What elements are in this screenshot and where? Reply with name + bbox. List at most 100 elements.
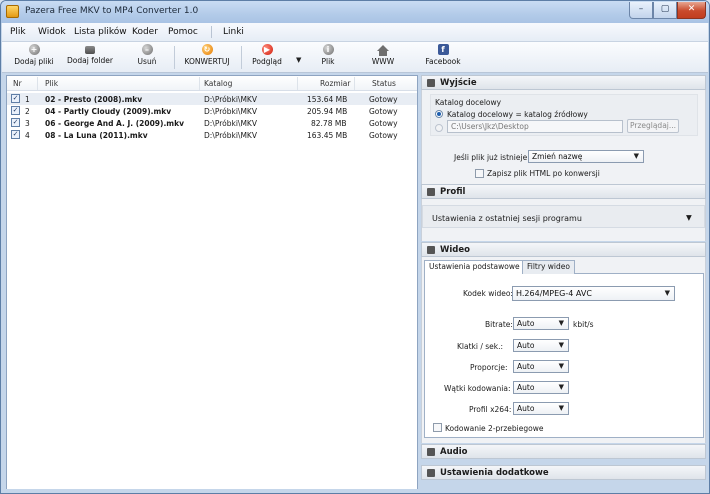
column-divider[interactable] <box>354 77 355 90</box>
chevron-down-icon: ▼ <box>686 213 692 222</box>
column-file[interactable]: Plik <box>45 79 58 88</box>
menu-koder[interactable]: Koder <box>132 27 158 37</box>
row-nr: 1 <box>25 95 30 104</box>
target-dir-input[interactable]: C:\Users\Jkz\Desktop <box>447 120 623 133</box>
table-row[interactable]: ✓ 2 04 - Partly Cloudy (2009).mkv D:\Pró… <box>7 105 417 117</box>
row-status: Gotowy <box>369 119 398 128</box>
row-checkbox[interactable]: ✓ <box>11 130 20 139</box>
chevron-down-icon: ▼ <box>664 289 670 297</box>
column-size[interactable]: Rozmiar <box>320 79 350 88</box>
video-section: Ustawienia podstawowe Filtry wideo Kodek… <box>421 257 706 443</box>
column-divider[interactable] <box>199 77 200 90</box>
profile-value: Ustawienia z ostatniej sesji programu <box>432 214 582 223</box>
file-exists-select[interactable]: Zmień nazwę ▼ <box>528 150 644 163</box>
video-section-title: Wideo <box>440 245 470 255</box>
bitrate-unit: kbit/s <box>573 320 594 329</box>
row-dir: D:\Próbki\MKV <box>204 131 257 140</box>
profile-section-header[interactable]: Profil <box>421 184 706 199</box>
minimize-button[interactable]: – <box>629 2 653 19</box>
tab-video-filters[interactable]: Filtry wideo <box>522 260 575 274</box>
table-row[interactable]: ✓ 4 08 - La Luna (2011).mkv D:\Próbki\MK… <box>7 129 417 141</box>
save-html-label[interactable]: Zapisz plik HTML po konwersji <box>487 169 600 178</box>
chevron-down-icon: ▼ <box>633 152 639 160</box>
add-files-button[interactable]: + Dodaj pliki <box>12 44 56 71</box>
profile-section: Ustawienia z ostatniej sesji programu ▼ <box>421 199 706 241</box>
preview-label: Podgląd <box>252 57 282 66</box>
film-icon <box>427 246 435 254</box>
column-dir[interactable]: Katalog <box>204 79 232 88</box>
row-status: Gotowy <box>369 131 398 140</box>
row-file: 04 - Partly Cloudy (2009).mkv <box>45 107 172 116</box>
row-size: 163.45 MB <box>307 131 348 140</box>
toolbar-separator <box>174 46 175 69</box>
row-file: 02 - Presto (2008).mkv <box>45 95 143 104</box>
file-info-label: Plik <box>321 57 335 66</box>
maximize-button[interactable]: ▢ <box>653 2 677 19</box>
remove-button[interactable]: – Usuń <box>132 44 162 71</box>
profile-select[interactable]: Ustawienia z ostatniej sesji programu ▼ <box>422 205 705 228</box>
bitrate-label: Bitrate: <box>485 320 513 329</box>
menu-linki[interactable]: Linki <box>223 27 244 37</box>
two-pass-checkbox[interactable] <box>433 423 442 432</box>
menu-plik[interactable]: Plik <box>10 27 26 37</box>
same-dir-radio[interactable] <box>435 110 443 118</box>
row-nr: 3 <box>25 119 30 128</box>
preview-dropdown-arrow[interactable]: ▼ <box>296 56 301 64</box>
app-logo-icon <box>6 5 19 18</box>
menu-lista-plikow[interactable]: Lista plików <box>74 27 127 37</box>
convert-label: KONWERTUJ <box>184 57 230 66</box>
home-icon-body <box>379 51 387 56</box>
app-window: Pazera Free MKV to MP4 Converter 1.0 – ▢… <box>0 0 710 494</box>
column-status[interactable]: Status <box>372 79 396 88</box>
fps-select[interactable]: Auto ▼ <box>513 339 569 352</box>
window-bottom-edge <box>2 489 708 493</box>
row-checkbox[interactable]: ✓ <box>11 118 20 127</box>
www-button[interactable]: WWW <box>370 44 396 71</box>
chevron-down-icon: ▼ <box>558 341 564 349</box>
convert-button[interactable]: ↻ KONWERTUJ <box>180 44 234 71</box>
two-pass-label[interactable]: Kodowanie 2-przebiegowe <box>445 424 543 433</box>
browse-button[interactable]: Przeglądaj... <box>627 119 679 133</box>
bitrate-value: Auto <box>517 319 535 328</box>
menu-bar: Plik Widok Lista plików Koder Pomoc Link… <box>2 23 708 42</box>
remove-label: Usuń <box>137 57 157 66</box>
table-row[interactable]: ✓ 1 02 - Presto (2008).mkv D:\Próbki\MKV… <box>7 93 417 105</box>
tab-basic-settings[interactable]: Ustawienia podstawowe <box>424 260 525 275</box>
threads-label: Wątki kodowania: <box>444 384 511 393</box>
output-section: Katalog docelowy Katalog docelowy = kata… <box>421 90 706 184</box>
x264-profile-select[interactable]: Auto ▼ <box>513 402 569 415</box>
bitrate-select[interactable]: Auto ▼ <box>513 317 569 330</box>
menu-widok[interactable]: Widok <box>38 27 66 37</box>
preview-button[interactable]: ▶ Podgląd <box>248 44 286 71</box>
close-button[interactable]: ✕ <box>677 2 706 19</box>
add-files-label: Dodaj pliki <box>14 57 54 66</box>
row-checkbox[interactable]: ✓ <box>11 106 20 115</box>
column-divider[interactable] <box>37 77 38 90</box>
threads-select[interactable]: Auto ▼ <box>513 381 569 394</box>
output-section-header[interactable]: Wyjście <box>421 75 706 90</box>
column-divider[interactable] <box>297 77 298 90</box>
codec-select[interactable]: H.264/MPEG-4 AVC ▼ <box>512 286 675 301</box>
file-list[interactable]: Nr Plik Katalog Rozmiar Status ✓ 1 02 - … <box>6 75 418 490</box>
add-folder-button[interactable]: Dodaj folder <box>65 44 115 71</box>
menu-pomoc[interactable]: Pomoc <box>168 27 198 37</box>
column-nr[interactable]: Nr <box>13 79 22 88</box>
codec-value: H.264/MPEG-4 AVC <box>516 289 592 298</box>
video-section-header[interactable]: Wideo <box>421 242 706 257</box>
gear-icon <box>427 469 435 477</box>
aspect-select[interactable]: Auto ▼ <box>513 360 569 373</box>
row-status: Gotowy <box>369 107 398 116</box>
profile-section-title: Profil <box>440 187 466 197</box>
custom-dir-radio[interactable] <box>435 124 443 132</box>
same-dir-label[interactable]: Katalog docelowy = katalog źródłowy <box>447 110 588 119</box>
row-checkbox[interactable]: ✓ <box>11 94 20 103</box>
audio-section-header[interactable]: Audio <box>421 444 706 459</box>
output-section-title: Wyjście <box>440 78 477 88</box>
table-row[interactable]: ✓ 3 06 - George And A. J. (2009).mkv D:\… <box>7 117 417 129</box>
threads-value: Auto <box>517 383 535 392</box>
save-html-checkbox[interactable] <box>475 169 484 178</box>
aspect-value: Auto <box>517 362 535 371</box>
extra-settings-section-header[interactable]: Ustawienia dodatkowe <box>421 465 706 480</box>
facebook-button[interactable]: f Facebook <box>423 44 463 71</box>
file-info-button[interactable]: i Plik <box>317 44 339 71</box>
